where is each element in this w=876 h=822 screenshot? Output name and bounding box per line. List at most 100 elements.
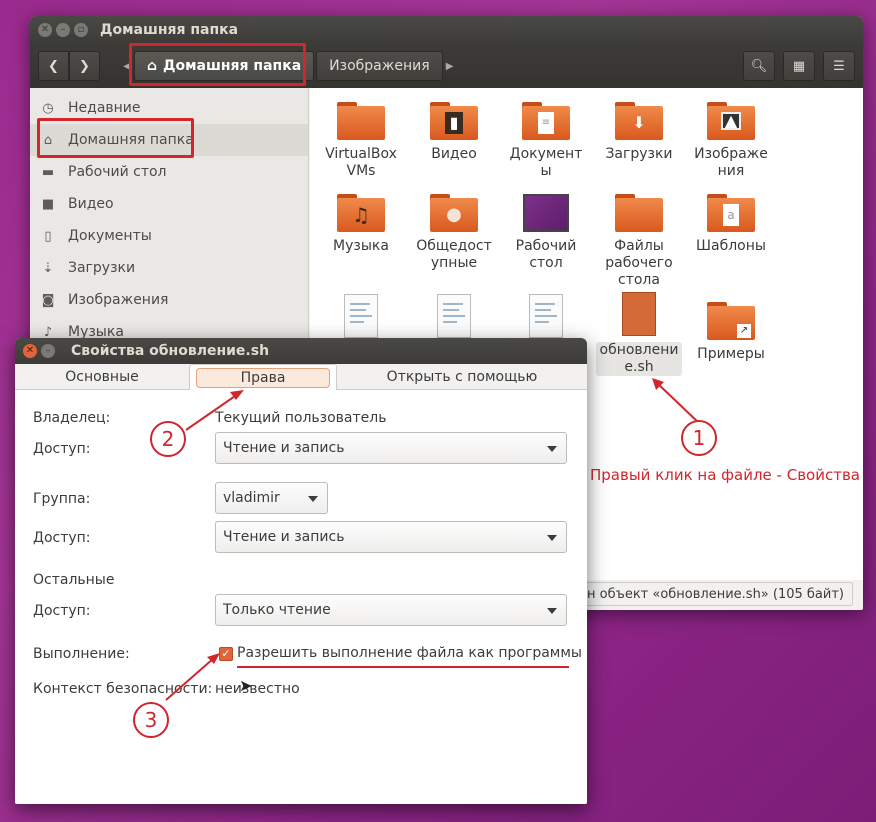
text-file[interactable] — [318, 294, 404, 344]
text-file-icon — [437, 294, 471, 338]
item-label: VirtualBox VMs — [325, 146, 397, 179]
sidebar-item-downloads[interactable]: ⇣ Загрузки — [30, 252, 308, 284]
menu-button[interactable]: ☰ — [823, 51, 855, 81]
folder-icon — [615, 192, 663, 232]
forward-button[interactable]: ❯ — [69, 51, 100, 81]
public-folder-icon: ● — [430, 192, 478, 232]
clock-icon: ◷ — [42, 100, 54, 116]
item-label: Общедост упные — [416, 238, 492, 271]
examples-folder-icon: ↗ — [707, 300, 755, 340]
dialog-title: Свойства обновление.sh — [71, 343, 270, 359]
others-access-select[interactable]: Только чтение — [215, 594, 567, 626]
text-file[interactable] — [503, 294, 589, 344]
document-icon: ▯ — [44, 228, 52, 244]
owner-access-label: Доступ: — [33, 441, 91, 457]
status-bar: н объект «обновление.sh» (105 байт) — [578, 582, 853, 606]
dialog-close-button[interactable]: ✕ — [23, 344, 37, 358]
toolbar-right-buttons: 🔍︎ ▦ ☰ — [743, 51, 855, 81]
sidebar-item-desktop[interactable]: ▬ Рабочий стол — [30, 156, 308, 188]
sidebar-item-documents[interactable]: ▯ Документы — [30, 220, 308, 252]
tab-label: Открыть с помощью — [386, 369, 538, 385]
folder-images[interactable]: ▲ Изображе ния — [688, 100, 774, 180]
script-file-update-sh[interactable]: обновлени е.sh — [596, 292, 682, 376]
select-value: vladimir — [223, 490, 280, 506]
hint-text: Правый клик на файле - Свойства — [590, 466, 860, 484]
sidebar-item-label: Видео — [68, 196, 114, 212]
chevron-right-icon: ❯ — [79, 58, 90, 74]
breadcrumb-right-arrow[interactable]: ▶ — [443, 51, 457, 81]
highlight-breadcrumb-home — [129, 43, 306, 86]
sidebar-item-label: Недавние — [68, 100, 141, 116]
back-button[interactable]: ❮ — [38, 51, 69, 81]
step-badge-3: 3 — [133, 702, 169, 738]
item-label: Музыка — [333, 238, 389, 254]
owner-access-select[interactable]: Чтение и запись — [215, 432, 567, 464]
group-access-label: Доступ: — [33, 530, 91, 546]
folder-desktop[interactable]: Рабочий стол — [503, 192, 589, 272]
folder-templates[interactable]: a Шаблоны — [688, 192, 774, 255]
minimize-window-button[interactable]: – — [56, 23, 70, 37]
tab-label: Основные — [65, 369, 139, 385]
search-icon: 🔍︎ — [750, 58, 768, 74]
shell-script-icon — [622, 292, 656, 336]
breadcrumb-images[interactable]: Изображения — [316, 51, 443, 81]
dropdown-arrow-icon — [547, 535, 557, 541]
breadcrumb-images-label: Изображения — [329, 58, 430, 74]
step-badge-2: 2 — [150, 421, 186, 457]
execute-underline — [237, 666, 569, 668]
downloads-folder-icon: ⬇ — [615, 100, 663, 140]
folder-documents[interactable]: ≡ Документ ы — [503, 100, 589, 180]
folder-examples[interactable]: ↗ Примеры — [688, 300, 774, 363]
folder-downloads[interactable]: ⬇ Загрузки — [596, 100, 682, 163]
group-access-select[interactable]: Чтение и запись — [215, 521, 567, 553]
group-select[interactable]: vladimir — [215, 482, 328, 514]
highlight-sidebar-home — [37, 118, 194, 158]
tab-basic[interactable]: Основные — [15, 364, 189, 390]
item-label: Документ ы — [509, 146, 583, 179]
dropdown-arrow-icon — [308, 496, 318, 502]
window-title: Домашняя папка — [100, 22, 239, 38]
step-badge-1: 1 — [681, 420, 717, 456]
sidebar-item-label: Изображения — [68, 292, 169, 308]
execute-checkbox-label[interactable]: Разрешить выполнение файла как программы — [237, 645, 582, 661]
folder-public[interactable]: ● Общедост упные — [411, 192, 497, 272]
maximize-window-button[interactable]: ▫ — [74, 23, 88, 37]
close-icon: ✕ — [25, 345, 35, 356]
sidebar-item-label: Рабочий стол — [68, 164, 167, 180]
view-toggle-button[interactable]: ▦ — [783, 51, 815, 81]
desktop-icon — [523, 194, 569, 232]
music-folder-icon: ♫ — [337, 192, 385, 232]
text-file-icon — [529, 294, 563, 338]
mouse-cursor-icon: ➤ — [239, 676, 253, 695]
dropdown-arrow-icon — [547, 446, 557, 452]
item-label: Примеры — [697, 346, 765, 362]
minimize-icon: – — [45, 345, 51, 356]
text-file[interactable] — [411, 294, 497, 344]
item-label: Рабочий стол — [515, 238, 577, 271]
sidebar-item-label: Документы — [68, 228, 152, 244]
images-folder-icon: ▲ — [707, 100, 755, 140]
grid-icon: ▦ — [792, 58, 806, 74]
dialog-minimize-button[interactable]: – — [41, 344, 55, 358]
documents-folder-icon: ≡ — [522, 100, 570, 140]
close-window-button[interactable]: ✕ — [38, 23, 52, 37]
permissions-panel: Владелец: Текущий пользователь Доступ: Ч… — [15, 390, 587, 804]
others-access-label: Доступ: — [33, 603, 91, 619]
video-icon: ■ — [41, 196, 55, 212]
dropdown-arrow-icon — [547, 608, 557, 614]
folder-video[interactable]: ▮ Видео — [411, 100, 497, 163]
item-label: Изображе ния — [694, 146, 768, 179]
sidebar-item-video[interactable]: ■ Видео — [30, 188, 308, 220]
folder-virtualbox[interactable]: VirtualBox VMs — [318, 100, 404, 180]
templates-folder-icon: a — [707, 192, 755, 232]
tab-open-with[interactable]: Открыть с помощью — [337, 364, 587, 390]
folder-desktop-files[interactable]: Файлы рабочего стола — [596, 192, 682, 289]
dialog-titlebar: ✕ – Свойства обновление.sh — [15, 338, 587, 364]
close-icon: ✕ — [40, 24, 50, 35]
folder-music[interactable]: ♫ Музыка — [318, 192, 404, 255]
sidebar-item-images[interactable]: ◙ Изображения — [30, 284, 308, 316]
chevron-left-icon: ❮ — [48, 58, 59, 74]
search-button[interactable]: 🔍︎ — [743, 51, 775, 81]
download-icon: ⇣ — [42, 260, 54, 276]
item-label: Видео — [431, 146, 477, 162]
